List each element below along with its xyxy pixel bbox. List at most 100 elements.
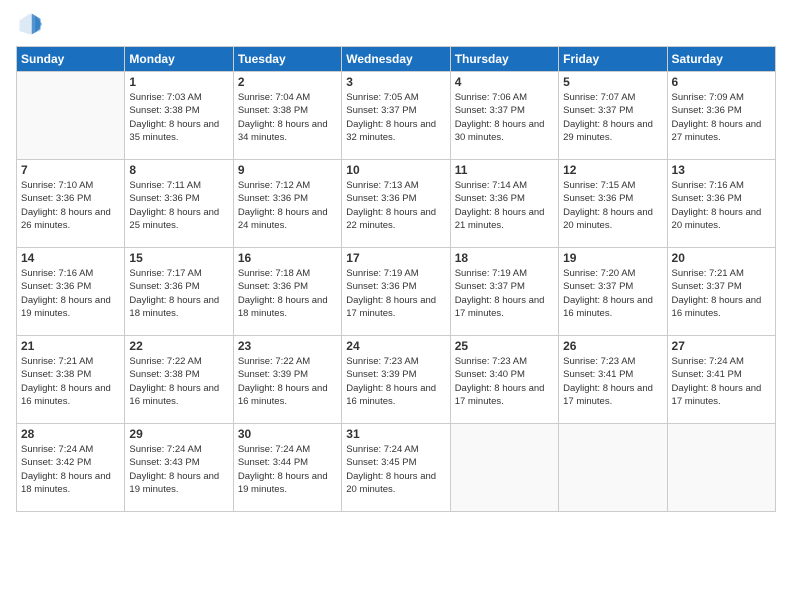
day-number: 29 bbox=[129, 427, 228, 441]
calendar-day-cell: 18 Sunrise: 7:19 AMSunset: 3:37 PMDayligh… bbox=[450, 248, 558, 336]
calendar-day-cell: 15 Sunrise: 7:17 AMSunset: 3:36 PMDayligh… bbox=[125, 248, 233, 336]
calendar-day-cell: 24Sunrise: 7:23 AMSunset: 3:39 PMDayligh… bbox=[342, 336, 450, 424]
day-number: 1 bbox=[129, 75, 228, 89]
calendar-day-cell: 23Sunrise: 7:22 AMSunset: 3:39 PMDayligh… bbox=[233, 336, 341, 424]
day-number: 25 bbox=[455, 339, 554, 353]
day-info: Sunrise: 7:24 AMSunset: 3:44 PMDaylight:… bbox=[238, 443, 337, 496]
day-info: Sunrise: 7:18 AMSunset: 3:36 PMDaylight:… bbox=[238, 267, 337, 320]
calendar-day-cell: 13 Sunrise: 7:16 AMSunset: 3:36 PMDayligh… bbox=[667, 160, 775, 248]
day-info: Sunrise: 7:21 AMSunset: 3:37 PMDaylight:… bbox=[672, 267, 771, 320]
day-number: 13 bbox=[672, 163, 771, 177]
day-info: Sunrise: 7:14 AMSunset: 3:36 PMDaylight:… bbox=[455, 179, 554, 232]
day-number: 22 bbox=[129, 339, 228, 353]
day-number: 18 bbox=[455, 251, 554, 265]
day-number: 9 bbox=[238, 163, 337, 177]
calendar-day-header: Sunday bbox=[17, 47, 125, 72]
calendar-table: SundayMondayTuesdayWednesdayThursdayFrid… bbox=[16, 46, 776, 512]
day-number: 6 bbox=[672, 75, 771, 89]
calendar-day-cell: 28 Sunrise: 7:24 AMSunset: 3:42 PMDayligh… bbox=[17, 424, 125, 512]
calendar-day-cell: 19 Sunrise: 7:20 AMSunset: 3:37 PMDayligh… bbox=[559, 248, 667, 336]
day-number: 14 bbox=[21, 251, 120, 265]
day-number: 12 bbox=[563, 163, 662, 177]
calendar-day-cell bbox=[450, 424, 558, 512]
calendar-day-cell: 31 Sunrise: 7:24 AMSunset: 3:45 PMDayligh… bbox=[342, 424, 450, 512]
day-info: Sunrise: 7:24 AMSunset: 3:43 PMDaylight:… bbox=[129, 443, 228, 496]
day-number: 11 bbox=[455, 163, 554, 177]
day-info: Sunrise: 7:20 AMSunset: 3:37 PMDaylight:… bbox=[563, 267, 662, 320]
day-info: Sunrise: 7:22 AMSunset: 3:38 PMDaylight:… bbox=[129, 355, 228, 408]
calendar-day-cell bbox=[559, 424, 667, 512]
calendar-day-cell: 1 Sunrise: 7:03 AMSunset: 3:38 PMDaylight… bbox=[125, 72, 233, 160]
day-number: 3 bbox=[346, 75, 445, 89]
day-info: Sunrise: 7:22 AMSunset: 3:39 PMDaylight:… bbox=[238, 355, 337, 408]
day-number: 26 bbox=[563, 339, 662, 353]
calendar-day-header: Thursday bbox=[450, 47, 558, 72]
day-info: Sunrise: 7:03 AMSunset: 3:38 PMDaylight:… bbox=[129, 91, 228, 144]
day-number: 20 bbox=[672, 251, 771, 265]
day-info: Sunrise: 7:06 AMSunset: 3:37 PMDaylight:… bbox=[455, 91, 554, 144]
day-number: 7 bbox=[21, 163, 120, 177]
calendar-day-cell: 17 Sunrise: 7:19 AMSunset: 3:36 PMDayligh… bbox=[342, 248, 450, 336]
day-number: 27 bbox=[672, 339, 771, 353]
day-number: 5 bbox=[563, 75, 662, 89]
logo-icon bbox=[16, 10, 44, 38]
calendar-day-cell: 8 Sunrise: 7:11 AMSunset: 3:36 PMDaylight… bbox=[125, 160, 233, 248]
calendar-day-cell bbox=[17, 72, 125, 160]
day-info: Sunrise: 7:07 AMSunset: 3:37 PMDaylight:… bbox=[563, 91, 662, 144]
day-number: 28 bbox=[21, 427, 120, 441]
calendar-day-cell: 4Sunrise: 7:06 AMSunset: 3:37 PMDaylight… bbox=[450, 72, 558, 160]
calendar-week-row: 1 Sunrise: 7:03 AMSunset: 3:38 PMDaylight… bbox=[17, 72, 776, 160]
day-info: Sunrise: 7:23 AMSunset: 3:40 PMDaylight:… bbox=[455, 355, 554, 408]
day-info: Sunrise: 7:16 AMSunset: 3:36 PMDaylight:… bbox=[672, 179, 771, 232]
calendar-week-row: 14 Sunrise: 7:16 AMSunset: 3:36 PMDayligh… bbox=[17, 248, 776, 336]
day-number: 10 bbox=[346, 163, 445, 177]
calendar-day-cell: 27 Sunrise: 7:24 AMSunset: 3:41 PMDayligh… bbox=[667, 336, 775, 424]
calendar-day-header: Friday bbox=[559, 47, 667, 72]
day-info: Sunrise: 7:23 AMSunset: 3:39 PMDaylight:… bbox=[346, 355, 445, 408]
calendar-week-row: 21 Sunrise: 7:21 AMSunset: 3:38 PMDayligh… bbox=[17, 336, 776, 424]
calendar-day-header: Tuesday bbox=[233, 47, 341, 72]
calendar-day-header: Saturday bbox=[667, 47, 775, 72]
calendar-day-cell: 30 Sunrise: 7:24 AMSunset: 3:44 PMDayligh… bbox=[233, 424, 341, 512]
day-info: Sunrise: 7:21 AMSunset: 3:38 PMDaylight:… bbox=[21, 355, 120, 408]
day-number: 8 bbox=[129, 163, 228, 177]
day-number: 17 bbox=[346, 251, 445, 265]
calendar-day-header: Wednesday bbox=[342, 47, 450, 72]
calendar-day-cell: 12Sunrise: 7:15 AMSunset: 3:36 PMDayligh… bbox=[559, 160, 667, 248]
day-info: Sunrise: 7:16 AMSunset: 3:36 PMDaylight:… bbox=[21, 267, 120, 320]
page: SundayMondayTuesdayWednesdayThursdayFrid… bbox=[0, 0, 792, 612]
day-info: Sunrise: 7:24 AMSunset: 3:41 PMDaylight:… bbox=[672, 355, 771, 408]
day-info: Sunrise: 7:19 AMSunset: 3:37 PMDaylight:… bbox=[455, 267, 554, 320]
calendar-header-row: SundayMondayTuesdayWednesdayThursdayFrid… bbox=[17, 47, 776, 72]
calendar-day-cell: 25 Sunrise: 7:23 AMSunset: 3:40 PMDayligh… bbox=[450, 336, 558, 424]
day-info: Sunrise: 7:05 AMSunset: 3:37 PMDaylight:… bbox=[346, 91, 445, 144]
day-info: Sunrise: 7:11 AMSunset: 3:36 PMDaylight:… bbox=[129, 179, 228, 232]
calendar-day-cell: 2Sunrise: 7:04 AMSunset: 3:38 PMDaylight… bbox=[233, 72, 341, 160]
day-number: 30 bbox=[238, 427, 337, 441]
day-number: 2 bbox=[238, 75, 337, 89]
calendar-day-cell: 26 Sunrise: 7:23 AMSunset: 3:41 PMDayligh… bbox=[559, 336, 667, 424]
calendar-day-cell: 10 Sunrise: 7:13 AMSunset: 3:36 PMDayligh… bbox=[342, 160, 450, 248]
calendar-day-cell: 20 Sunrise: 7:21 AMSunset: 3:37 PMDayligh… bbox=[667, 248, 775, 336]
day-info: Sunrise: 7:24 AMSunset: 3:45 PMDaylight:… bbox=[346, 443, 445, 496]
day-number: 31 bbox=[346, 427, 445, 441]
day-info: Sunrise: 7:19 AMSunset: 3:36 PMDaylight:… bbox=[346, 267, 445, 320]
day-info: Sunrise: 7:10 AMSunset: 3:36 PMDaylight:… bbox=[21, 179, 120, 232]
day-number: 15 bbox=[129, 251, 228, 265]
day-info: Sunrise: 7:24 AMSunset: 3:42 PMDaylight:… bbox=[21, 443, 120, 496]
calendar-day-cell: 29 Sunrise: 7:24 AMSunset: 3:43 PMDayligh… bbox=[125, 424, 233, 512]
day-info: Sunrise: 7:17 AMSunset: 3:36 PMDaylight:… bbox=[129, 267, 228, 320]
day-info: Sunrise: 7:12 AMSunset: 3:36 PMDaylight:… bbox=[238, 179, 337, 232]
calendar-day-cell: 3 Sunrise: 7:05 AMSunset: 3:37 PMDaylight… bbox=[342, 72, 450, 160]
calendar-day-header: Monday bbox=[125, 47, 233, 72]
calendar-day-cell: 22 Sunrise: 7:22 AMSunset: 3:38 PMDayligh… bbox=[125, 336, 233, 424]
calendar-week-row: 28 Sunrise: 7:24 AMSunset: 3:42 PMDayligh… bbox=[17, 424, 776, 512]
day-number: 19 bbox=[563, 251, 662, 265]
calendar-day-cell: 5 Sunrise: 7:07 AMSunset: 3:37 PMDaylight… bbox=[559, 72, 667, 160]
day-info: Sunrise: 7:23 AMSunset: 3:41 PMDaylight:… bbox=[563, 355, 662, 408]
calendar-day-cell: 21 Sunrise: 7:21 AMSunset: 3:38 PMDayligh… bbox=[17, 336, 125, 424]
day-info: Sunrise: 7:13 AMSunset: 3:36 PMDaylight:… bbox=[346, 179, 445, 232]
day-number: 21 bbox=[21, 339, 120, 353]
day-number: 16 bbox=[238, 251, 337, 265]
day-info: Sunrise: 7:09 AMSunset: 3:36 PMDaylight:… bbox=[672, 91, 771, 144]
